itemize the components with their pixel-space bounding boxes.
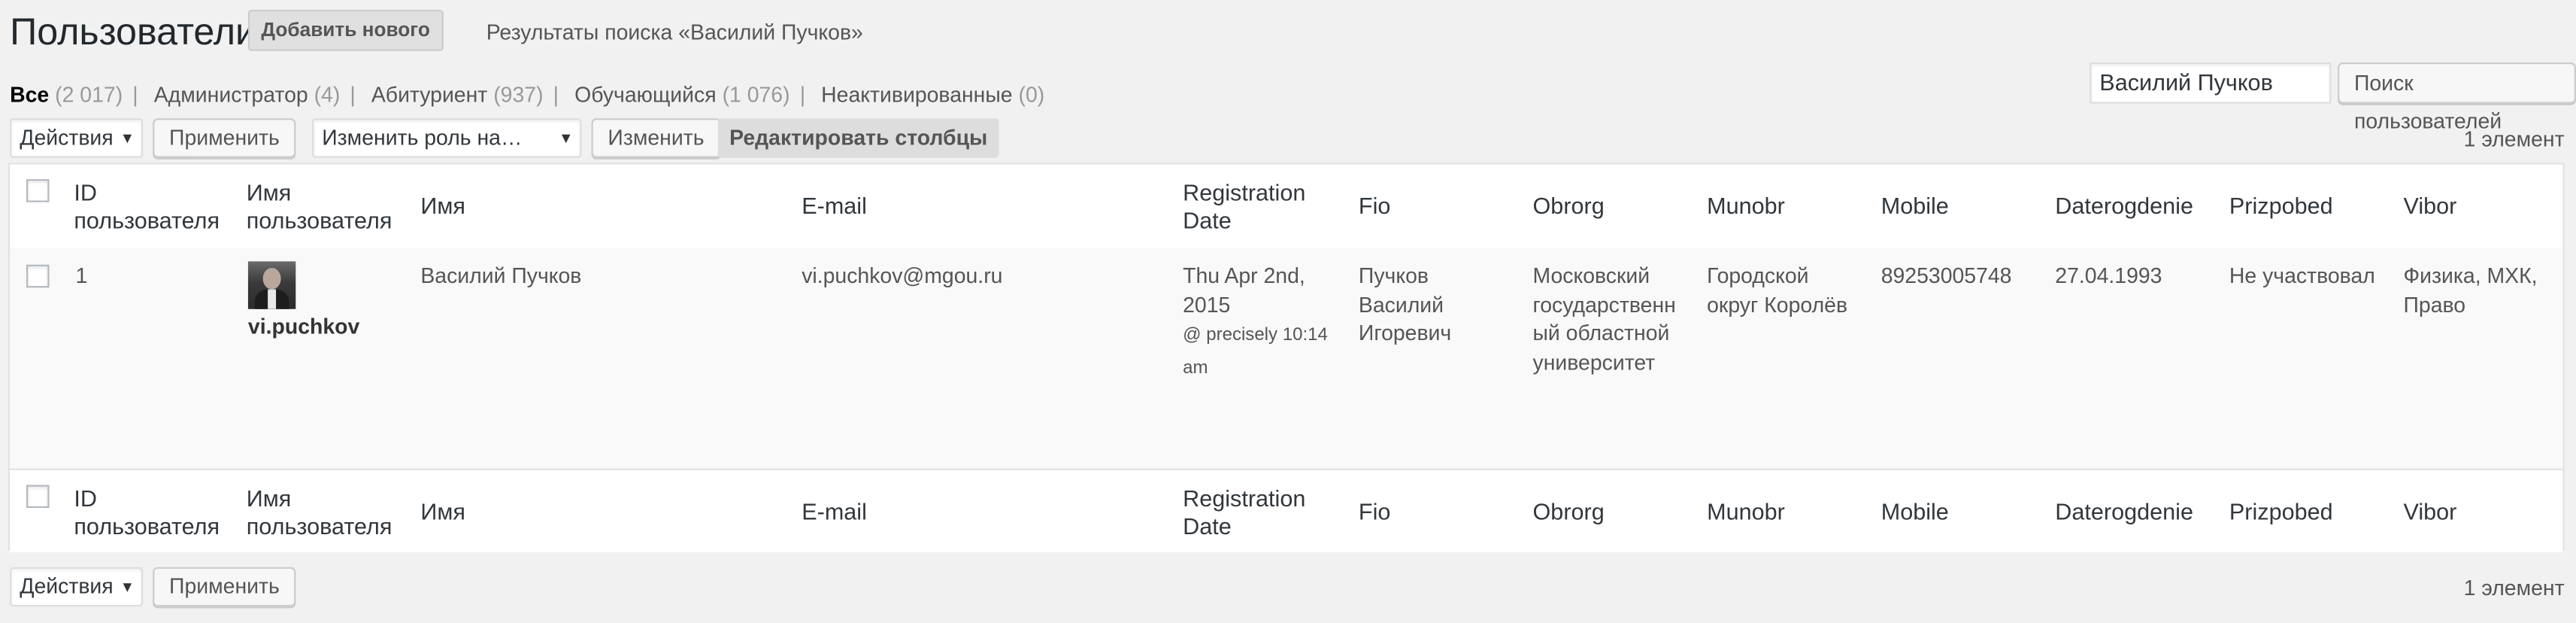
items-count: 1 элемент [2463, 126, 2565, 151]
footer-header-mobile[interactable]: Mobile [1881, 498, 1949, 526]
footer-header-prizpobed[interactable]: Prizpobed [2229, 498, 2333, 526]
change-role-select[interactable]: Изменить роль на… ▼ [312, 118, 582, 158]
column-header-vibor[interactable]: Vibor [2404, 193, 2457, 220]
table-row: 1 vi.puchkov Василий Пучков vi.puchkov@m… [10, 248, 2563, 469]
filter-student[interactable]: Обучающийся (1 076) [574, 82, 789, 107]
user-id: 1 [75, 263, 88, 288]
filter-all[interactable]: Все (2 017) [10, 82, 123, 107]
footer-header-username[interactable]: Имя пользователя [247, 485, 392, 540]
column-header-registration-date[interactable]: Registration Date [1183, 179, 1305, 235]
footer-header-munobr[interactable]: Munobr [1707, 498, 1785, 526]
footer-header-daterogdenie[interactable]: Daterogdenie [2055, 498, 2193, 526]
column-header-munobr[interactable]: Munobr [1707, 193, 1785, 220]
footer-header-name[interactable]: Имя [420, 498, 465, 526]
column-header-email[interactable]: E-mail [802, 193, 867, 220]
edit-columns-button[interactable]: Редактировать столбцы [717, 118, 999, 158]
column-header-name[interactable]: Имя [420, 193, 465, 220]
apply-button-bottom[interactable]: Применить [153, 567, 296, 607]
user-prizpobed: Не участвовал [2229, 263, 2375, 288]
role-filter-links: Все (2 017) | Администратор (4) | Абитурие… [10, 82, 1045, 108]
user-daterogdenie: 27.04.1993 [2055, 263, 2162, 288]
dropdown-arrow-icon: ▼ [120, 129, 135, 147]
user-fio: Пучков Василий Игоревич [1358, 263, 1452, 345]
dropdown-arrow-icon: ▼ [559, 129, 574, 147]
user-name: Василий Пучков [420, 263, 582, 288]
registration-date: Thu Apr 2nd, 2015 @ precisely 10:14 am [1183, 263, 1328, 378]
filter-inactive[interactable]: Неактивированные (0) [821, 82, 1044, 107]
column-header-mobile[interactable]: Mobile [1881, 193, 1949, 220]
users-table: ID пользователя Имя пользователя Имя E-mai… [8, 163, 2565, 553]
search-results-subtitle: Результаты поиска «Василий Пучков» [486, 20, 863, 44]
footer-header-registration-date[interactable]: Registration Date [1183, 485, 1305, 540]
add-new-user-button[interactable]: Добавить нового [247, 10, 444, 51]
column-header-username[interactable]: Имя пользователя [247, 179, 392, 235]
column-header-fio[interactable]: Fio [1359, 193, 1391, 220]
apply-button[interactable]: Применить [153, 118, 296, 158]
user-mobile: 89253005748 [1880, 263, 2012, 288]
footer-header-fio[interactable]: Fio [1359, 498, 1391, 526]
column-header-prizpobed[interactable]: Prizpobed [2229, 193, 2333, 220]
avatar [247, 261, 296, 309]
row-checkbox[interactable] [26, 264, 50, 288]
bulk-actions-select[interactable]: Действия ▼ [10, 118, 144, 158]
table-header: ID пользователя Имя пользователя Имя E-mai… [10, 164, 2563, 251]
page-title: Пользователи [10, 10, 257, 53]
items-count-bottom: 1 элемент [2463, 575, 2565, 600]
bulk-actions-select-bottom[interactable]: Действия ▼ [10, 567, 144, 607]
select-all-checkbox[interactable] [26, 179, 50, 202]
footer-header-email[interactable]: E-mail [802, 498, 867, 526]
column-header-daterogdenie[interactable]: Daterogdenie [2055, 193, 2193, 220]
filter-applicant[interactable]: Абитуриент (937) [371, 82, 544, 107]
search-input[interactable]: Василий Пучков [2090, 62, 2332, 104]
footer-header-id[interactable]: ID пользователя [74, 485, 220, 540]
user-email-link[interactable]: vi.puchkov@mgou.ru [802, 261, 1002, 290]
column-header-id[interactable]: ID пользователя [74, 179, 220, 235]
select-all-checkbox-footer[interactable] [26, 485, 50, 509]
table-footer: ID пользователя Имя пользователя Имя E-mai… [10, 468, 2563, 553]
user-obrorg: Московский государственн ый областной униве… [1532, 263, 1676, 375]
user-munobr: Городской округ Королёв [1707, 263, 1848, 317]
user-login-link[interactable]: vi.puchkov [248, 314, 359, 339]
user-vibor: Физика, МХК, Право [2403, 263, 2538, 317]
footer-header-vibor[interactable]: Vibor [2404, 498, 2457, 526]
change-role-button[interactable]: Изменить [591, 118, 721, 158]
search-users-button[interactable]: Поиск пользователей [2338, 62, 2576, 133]
footer-header-obrorg[interactable]: Obrorg [1533, 498, 1605, 526]
filter-administrator[interactable]: Администратор (4) [154, 82, 341, 107]
dropdown-arrow-icon: ▼ [120, 579, 135, 595]
column-header-obrorg[interactable]: Obrorg [1533, 193, 1605, 220]
